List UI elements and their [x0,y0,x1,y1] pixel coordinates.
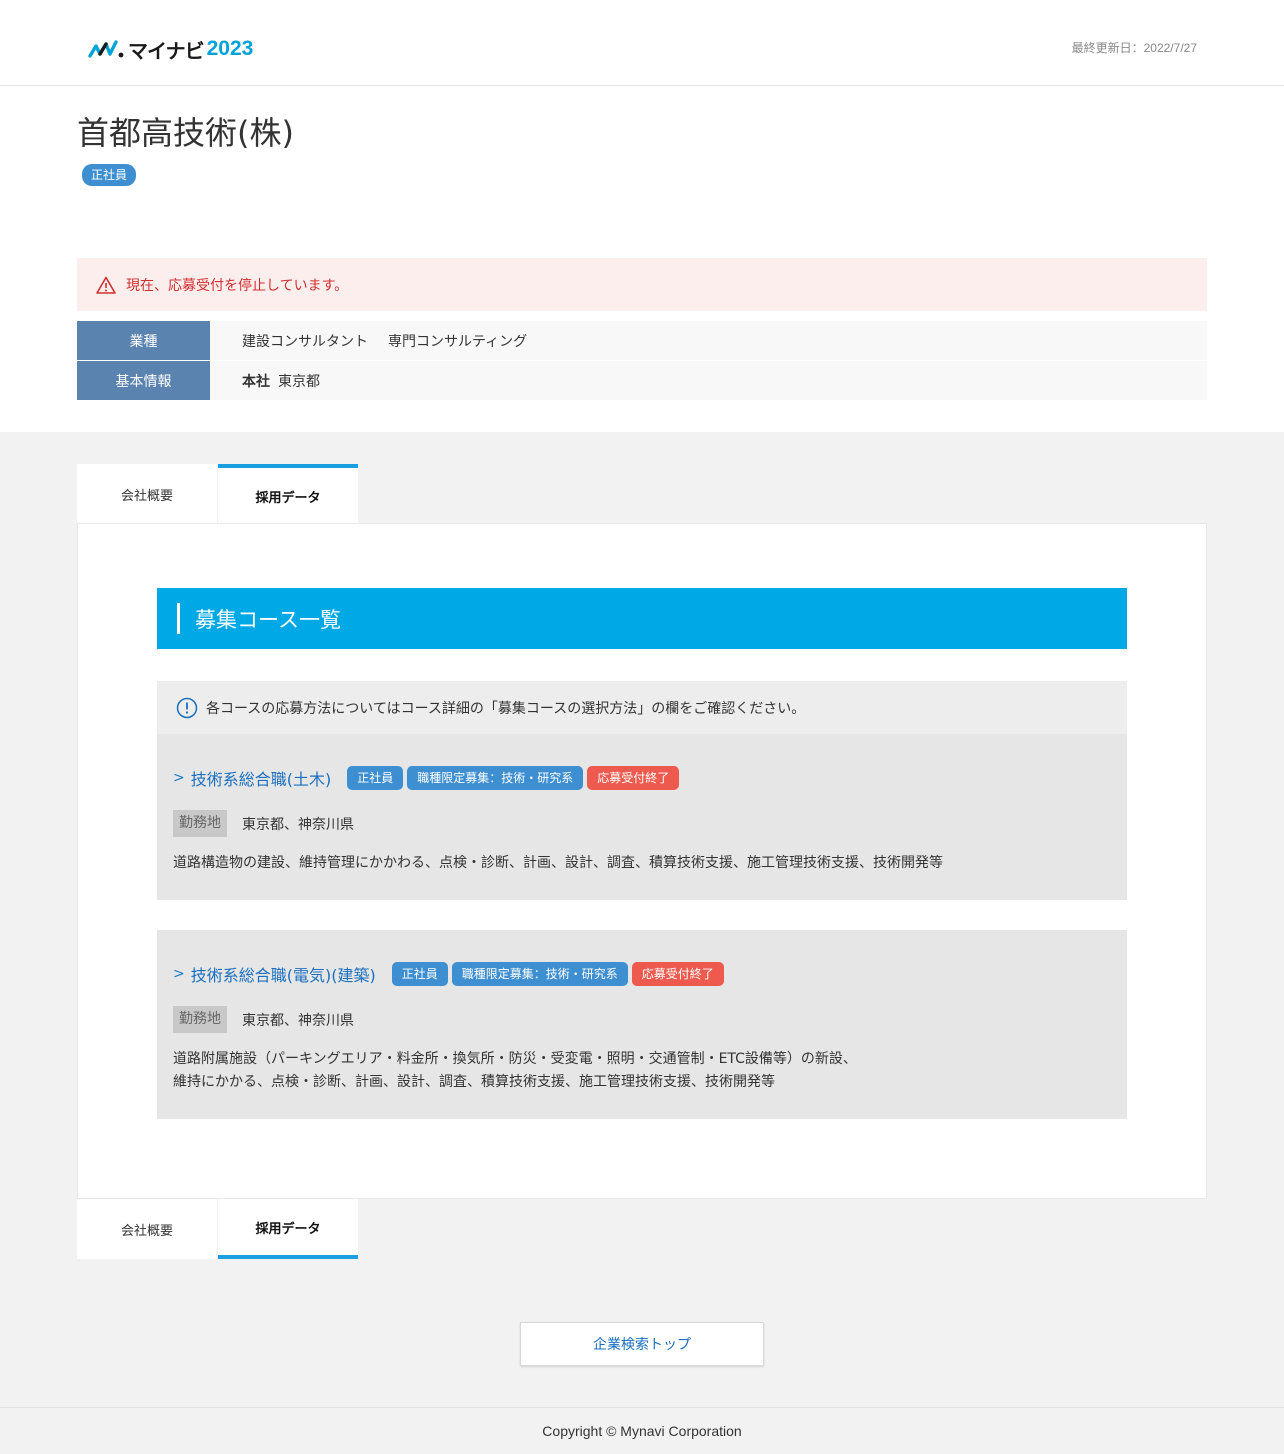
basic-info-label: 基本情報 [77,361,210,400]
logo-year: 2023 [206,37,254,60]
hq-value: 東京都 [278,373,320,390]
alert-text: 現在、応募受付を停止しています。 [126,277,349,294]
description-line: 道路附属施設（パーキングエリア・料金所・換気所・防災・受変電・照明・交通管制・E… [173,1051,857,1067]
course-tag: 正社員 [391,962,448,986]
tab-recruit-data[interactable]: 採用データ [218,464,358,524]
site-header: マイナビ 2023 最終更新日：2022/7/27 [0,0,1284,86]
tab-recruit-data-bottom[interactable]: 採用データ [218,1199,358,1259]
footer-copyright: Copyright © Mynavi Corporation [0,1407,1284,1454]
description-line: 維持にかかる、点検・診断、計画、設計、調査、積算技術支援、施工管理技術支援、技術… [173,1074,775,1090]
basic-info-row: 基本情報 本社 東京都 [77,361,1207,400]
mynavi-logo[interactable]: マイナビ 2023 [88,36,254,63]
course-notice: 各コースの応募方法についてはコース詳細の「募集コースの選択方法」の欄をご確認くだ… [157,681,1127,734]
course-header: > 技術系総合職(土木) 正社員 職種限定募集：技術・研究系 応募受付終了 [173,766,683,790]
course-closed-tag: 応募受付終了 [587,766,680,790]
mynavi-logo-mark-icon [88,40,124,58]
industry-row: 業種 建設コンサルタント 専門コンサルティング [77,321,1207,360]
course-tag: 職種限定募集：技術・研究系 [407,766,584,790]
industry-item: 専門コンサルティング [388,333,528,350]
course-list-heading: 募集コース一覧 [157,588,1127,649]
company-search-top-button[interactable]: 企業検索トップ [520,1322,764,1366]
course-header: > 技術系総合職(電気)(建築) 正社員 職種限定募集：技術・研究系 応募受付終… [173,962,728,986]
course-location: 勤務地 東京都、神奈川県 [173,1006,354,1033]
hq-label: 本社 [242,373,270,390]
course-closed-tag: 応募受付終了 [631,962,724,986]
warning-icon [96,276,116,294]
employment-badge: 正社員 [82,164,137,186]
location-label: 勤務地 [173,810,227,837]
industry-value: 建設コンサルタント 専門コンサルティング [210,331,527,351]
location-label: 勤務地 [173,1006,227,1033]
location-value: 東京都、神奈川県 [242,1012,354,1029]
course-title-link[interactable]: 技術系総合職(土木) [191,766,332,790]
course-description: 道路附属施設（パーキングエリア・料金所・換気所・防災・受変電・照明・交通管制・E… [173,1048,857,1094]
course-card: > 技術系総合職(電気)(建築) 正社員 職種限定募集：技術・研究系 応募受付終… [157,930,1127,1119]
chevron-right-icon: > [173,966,185,982]
tab-company-overview[interactable]: 会社概要 [77,464,217,524]
last-updated: 最終更新日：2022/7/27 [1071,41,1197,55]
course-tag: 職種限定募集：技術・研究系 [451,962,628,986]
course-description: 道路構造物の建設、維持管理にかかわる、点検・診断、計画、設計、調査、積算技術支援… [173,852,943,875]
tab-company-overview-bottom[interactable]: 会社概要 [77,1199,217,1259]
info-circle-icon [176,697,198,718]
logo-text: マイナビ [128,38,205,63]
basic-info-value: 本社 東京都 [210,371,320,391]
chevron-right-icon: > [173,770,185,786]
course-location: 勤務地 東京都、神奈川県 [173,810,354,837]
industry-item: 建設コンサルタント [242,333,368,350]
application-closed-alert: 現在、応募受付を停止しています。 [77,258,1207,311]
course-card: > 技術系総合職(土木) 正社員 職種限定募集：技術・研究系 応募受付終了 勤務… [157,734,1127,900]
location-value: 東京都、神奈川県 [242,816,354,833]
description-line: 道路構造物の建設、維持管理にかかわる、点検・診断、計画、設計、調査、積算技術支援… [173,855,943,871]
course-tag: 正社員 [347,766,404,790]
notice-text: 各コースの応募方法についてはコース詳細の「募集コースの選択方法」の欄をご確認くだ… [206,700,806,717]
company-name: 首都高技術(株) [77,114,294,152]
industry-label: 業種 [77,321,210,360]
course-title-link[interactable]: 技術系総合職(電気)(建築) [191,962,376,986]
course-list-title: 募集コース一覧 [195,607,341,632]
